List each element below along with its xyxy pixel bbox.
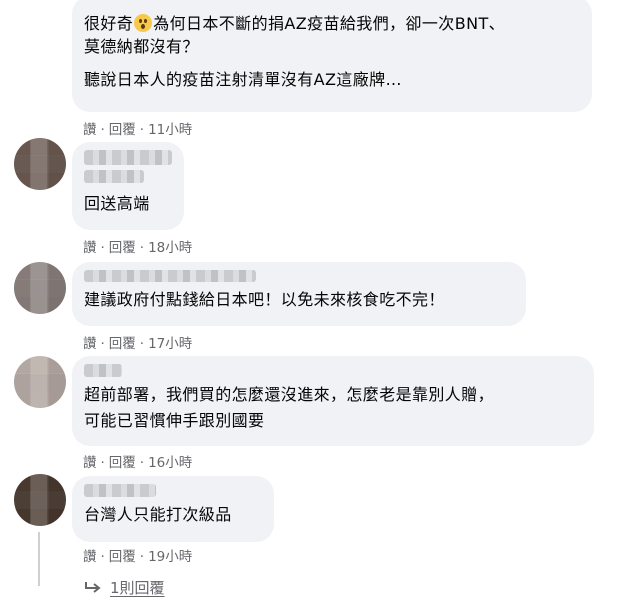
- comment-meta-3: 讚 · 回覆 · 17小時: [83, 336, 193, 352]
- comment-text-line: 可能已習慣伸手跟別國要: [84, 411, 265, 430]
- thread-connector-line: [38, 532, 40, 586]
- timestamp[interactable]: 16小時: [148, 455, 192, 471]
- reply-arrow-icon: [85, 581, 101, 593]
- blurred-author-name[interactable]: [84, 364, 122, 377]
- reply-link[interactable]: 回覆: [109, 336, 136, 352]
- reply-link[interactable]: 回覆: [109, 549, 136, 565]
- comment-bubble-4: 超前部署，我們買的怎麼還沒進來，怎麼老是靠別人贈， 可能已習慣伸手跟別國要: [72, 356, 594, 446]
- timestamp[interactable]: 18小時: [148, 240, 192, 256]
- like-link[interactable]: 讚: [83, 240, 97, 256]
- comment-text-line: 莫德納都沒有？: [84, 37, 199, 56]
- reply-link[interactable]: 回覆: [109, 240, 136, 256]
- reply-link[interactable]: 回覆: [109, 455, 136, 471]
- blurred-author-name[interactable]: [84, 270, 256, 282]
- comment-text: 回送高端: [84, 194, 150, 213]
- comment-bubble-3: 建議政府付點錢給日本吧！以免未來核食吃不完！: [72, 262, 526, 326]
- comment-text-line: 超前部署，我們買的怎麼還沒進來，怎麼老是靠別人贈，: [84, 385, 495, 404]
- view-replies-label: 1則回覆: [110, 579, 165, 597]
- comment-meta-2: 讚 · 回覆 · 18小時: [83, 240, 193, 256]
- comment-bubble-5: 台灣人只能打次級品: [72, 476, 274, 542]
- avatar[interactable]: [14, 138, 66, 190]
- comment-bubble-1: 很好奇 為何日本不斷的捐AZ疫苗給我們，卻一次BNT、 莫德納都沒有？ 聽說日本人…: [72, 0, 592, 112]
- timestamp[interactable]: 11小時: [148, 122, 192, 138]
- timestamp[interactable]: 17小時: [148, 336, 192, 352]
- comment-meta-4: 讚 · 回覆 · 16小時: [83, 455, 193, 471]
- comment-meta-5: 讚 · 回覆 · 19小時: [83, 549, 193, 565]
- view-replies-link[interactable]: 1則回覆: [84, 577, 165, 598]
- like-link[interactable]: 讚: [83, 549, 97, 565]
- like-link[interactable]: 讚: [83, 455, 97, 471]
- avatar[interactable]: [14, 356, 66, 408]
- avatar[interactable]: [14, 474, 66, 526]
- timestamp[interactable]: 19小時: [148, 549, 192, 565]
- reply-link[interactable]: 回覆: [109, 122, 136, 138]
- blurred-author-name[interactable]: [84, 484, 156, 497]
- astonished-face-icon: [134, 14, 153, 32]
- comment-text: 台灣人只能打次級品: [84, 505, 232, 524]
- comment-text: 建議政府付點錢給日本吧！以免未來核食吃不完！: [84, 290, 445, 309]
- blurred-author-tag: [84, 170, 144, 183]
- like-link[interactable]: 讚: [83, 122, 97, 138]
- like-link[interactable]: 讚: [83, 336, 97, 352]
- comment-text-line: 聽說日本人的疫苗注射清單沒有AZ這廠牌…: [84, 70, 402, 89]
- comment-bubble-2: 回送高端: [72, 142, 184, 230]
- blurred-author-name[interactable]: [84, 150, 172, 165]
- comment-meta-1: 讚 · 回覆 · 11小時: [83, 122, 193, 138]
- avatar[interactable]: [14, 262, 66, 314]
